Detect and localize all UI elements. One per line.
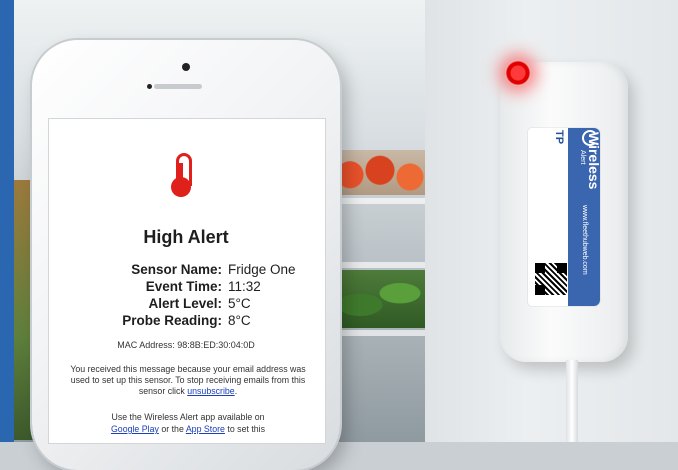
qr-code-icon xyxy=(534,262,568,296)
app-store-link[interactable]: App Store xyxy=(186,424,225,434)
front-camera-icon xyxy=(182,63,190,71)
detail-label: Alert Level: xyxy=(148,296,222,311)
left-edge-bar xyxy=(0,0,14,442)
detail-row: Alert Level: 5°C xyxy=(60,295,320,312)
led-indicator-icon xyxy=(505,60,531,86)
detail-row: Probe Reading: 8°C xyxy=(60,312,320,329)
device-tag: TP xyxy=(553,130,565,145)
detail-label: Probe Reading: xyxy=(122,313,222,328)
sensor-cable xyxy=(566,360,578,442)
google-play-link[interactable]: Google Play xyxy=(111,424,159,434)
notice-end: . xyxy=(234,386,238,396)
unsubscribe-link[interactable]: unsubscribe xyxy=(187,386,234,396)
tomatoes xyxy=(330,150,430,195)
unsubscribe-notice: You received this message because your e… xyxy=(70,364,306,397)
app-suffix: to set this xyxy=(227,424,266,434)
app-notice: Use the Wireless Alert app available on … xyxy=(70,411,306,435)
fridge-shelf xyxy=(330,262,430,268)
thermometer-icon xyxy=(170,153,192,197)
alert-details: Sensor Name: Fridge One Event Time: 11:3… xyxy=(60,261,320,329)
fridge-shelf xyxy=(330,198,430,204)
detail-value: 5°C xyxy=(228,296,251,311)
alert-title: High Alert xyxy=(143,227,229,247)
fridge-shelf xyxy=(330,330,430,336)
detail-value: 8°C xyxy=(228,313,251,328)
device-url: www.fleethubweb.com xyxy=(581,205,588,275)
device-brand: Wireless xyxy=(586,132,602,190)
detail-row: Event Time: 11:32 xyxy=(60,278,320,295)
detail-value: 11:32 xyxy=(228,279,261,294)
detail-value: Fridge One xyxy=(228,262,296,277)
earpiece-speaker-icon xyxy=(154,84,202,89)
mac-address: MAC Address: 98:8B:ED:30:04:0D xyxy=(117,340,255,350)
detail-label: Sensor Name: xyxy=(131,262,222,277)
app-prefix: Use the Wireless Alert app available on xyxy=(111,412,265,422)
app-or: or the xyxy=(161,424,184,434)
detail-label: Event Time: xyxy=(145,279,222,294)
thermometer-bulb xyxy=(171,177,191,197)
proximity-sensor-icon xyxy=(147,84,152,89)
device-brand-sub: Alert xyxy=(579,150,586,165)
detail-row: Sensor Name: Fridge One xyxy=(60,261,320,278)
vegetables xyxy=(330,270,430,328)
